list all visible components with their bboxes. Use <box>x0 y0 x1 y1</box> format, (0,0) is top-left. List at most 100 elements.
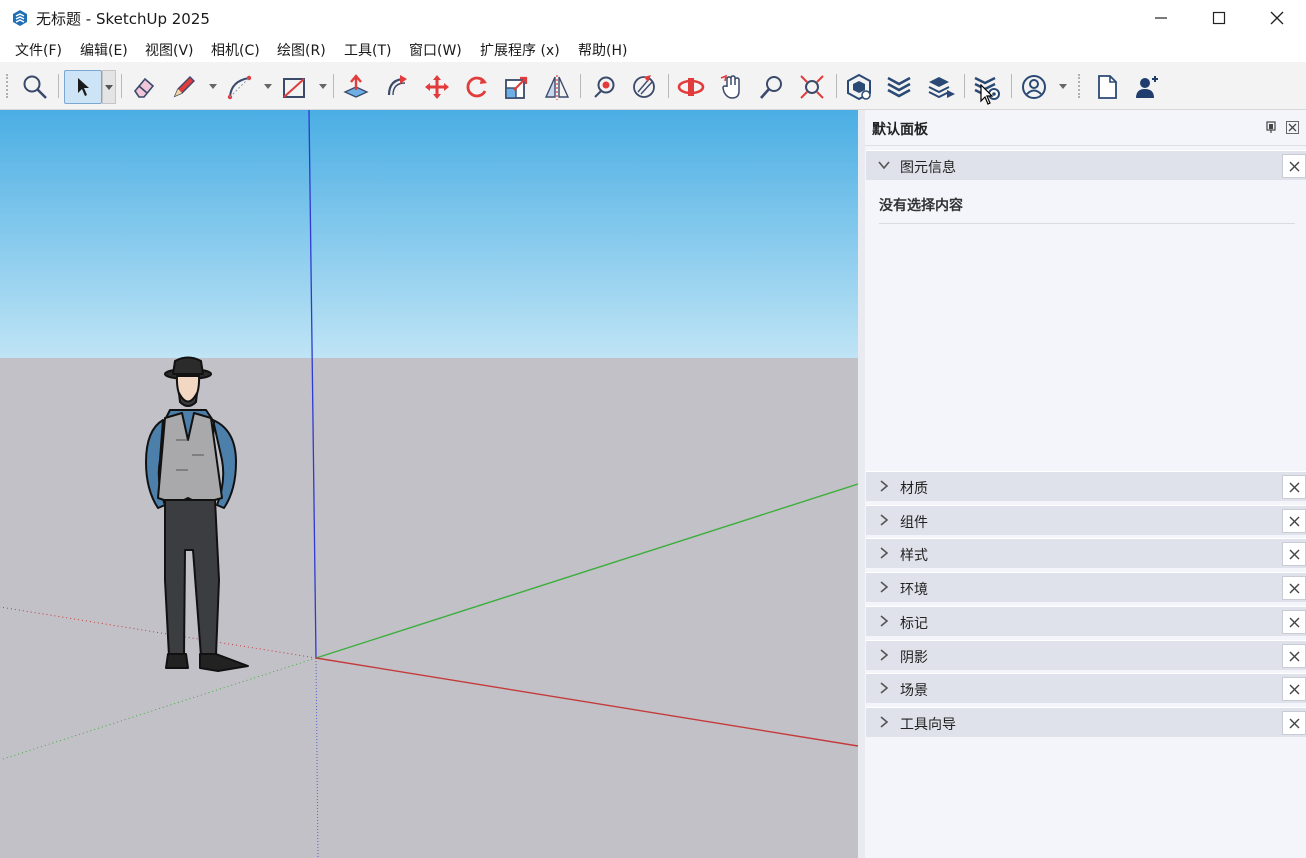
eraser-icon <box>134 77 155 98</box>
move-icon <box>425 75 449 99</box>
orbit-icon <box>677 78 705 96</box>
tray-header: 默认面板 <box>865 110 1306 146</box>
pan-icon <box>720 74 740 99</box>
zoom-extents-icon <box>800 75 824 99</box>
menu-tools[interactable]: 工具(T) <box>344 40 391 60</box>
panel-label: 材质 <box>900 481 928 497</box>
panel-materials[interactable]: 材质 <box>866 471 1306 501</box>
warehouse-tool-button[interactable] <box>842 70 876 104</box>
close-button[interactable] <box>1248 0 1306 36</box>
entity-info-body: 没有选择内容 <box>866 181 1306 471</box>
chevron-right-icon <box>880 581 889 593</box>
push-pull-tool-button[interactable] <box>339 70 373 104</box>
account-button[interactable] <box>1017 70 1051 104</box>
chevron-down-icon <box>878 161 890 170</box>
follow-me-tool-button[interactable] <box>380 70 414 104</box>
zoom-window-tool-button[interactable] <box>755 70 789 104</box>
main-toolbar <box>0 62 1306 198</box>
panel-close-button[interactable] <box>1282 154 1306 178</box>
paint-bucket-icon <box>594 76 615 98</box>
panel-close-button[interactable] <box>1282 576 1306 600</box>
tray-close-button[interactable] <box>1286 121 1299 134</box>
rectangle-icon <box>283 78 305 98</box>
panel-close-button[interactable] <box>1282 677 1306 701</box>
select-tool-button[interactable] <box>64 70 102 104</box>
panel-label: 环境 <box>900 582 928 598</box>
rectangle-tool-button[interactable] <box>277 70 311 104</box>
panel-environment[interactable]: 环境 <box>866 572 1306 602</box>
panel-instructor[interactable]: 工具向导 <box>866 707 1306 737</box>
move-tool-button[interactable] <box>420 70 454 104</box>
scale-tool-button[interactable] <box>500 70 534 104</box>
pan-tool-button[interactable] <box>715 70 749 104</box>
panel-components[interactable]: 组件 <box>866 505 1306 535</box>
panel-close-button[interactable] <box>1282 711 1306 735</box>
menu-extensions[interactable]: 扩展程序 (x) <box>480 40 560 60</box>
paint-bucket-tool-button[interactable] <box>587 70 621 104</box>
close-icon <box>1289 718 1299 728</box>
tray-title: 默认面板 <box>872 122 928 138</box>
zoom-icon <box>23 75 47 99</box>
chevron-right-icon <box>880 514 889 526</box>
toolbar-separator <box>1011 74 1012 98</box>
chevron-right-icon <box>880 547 889 559</box>
extension-warehouse-tool-button[interactable] <box>882 70 916 104</box>
add-user-icon <box>1136 76 1158 98</box>
arc-tool-button[interactable] <box>222 70 256 104</box>
panel-scenes[interactable]: 场景 <box>866 673 1306 703</box>
layout-icon <box>928 77 955 99</box>
minimize-icon <box>1155 17 1167 19</box>
minimize-button[interactable] <box>1132 0 1190 36</box>
sandbox-tool-button[interactable] <box>627 70 661 104</box>
rotate-icon <box>466 76 487 98</box>
zoom-extents-tool-button[interactable] <box>795 70 829 104</box>
account-dropdown[interactable] <box>1059 84 1067 89</box>
model-viewport[interactable] <box>0 110 858 858</box>
panel-close-button[interactable] <box>1282 644 1306 668</box>
panel-shadows[interactable]: 阴影 <box>866 640 1306 670</box>
menu-camera[interactable]: 相机(C) <box>211 40 260 60</box>
panel-entity-info[interactable]: 图元信息 <box>866 150 1306 180</box>
panel-close-button[interactable] <box>1282 475 1306 499</box>
menu-edit[interactable]: 编辑(E) <box>80 40 128 60</box>
toolbar-separator <box>333 74 334 98</box>
close-icon <box>1289 583 1299 593</box>
zoom-tool-button[interactable] <box>18 70 52 104</box>
panel-close-button[interactable] <box>1282 542 1306 566</box>
menu-file[interactable]: 文件(F) <box>15 40 62 60</box>
toolbar-grip[interactable] <box>6 74 8 98</box>
menu-help[interactable]: 帮助(H) <box>578 40 627 60</box>
mouse-cursor-icon <box>980 84 994 105</box>
arc-icon <box>227 75 252 100</box>
panel-label: 场景 <box>900 683 928 699</box>
new-document-button[interactable] <box>1090 70 1124 104</box>
arc-dropdown[interactable] <box>264 84 272 89</box>
rotate-tool-button[interactable] <box>460 70 494 104</box>
orbit-tool-button[interactable] <box>674 70 708 104</box>
toolbar-separator <box>836 74 837 98</box>
maximize-button[interactable] <box>1190 0 1248 36</box>
new-document-icon <box>1098 75 1117 99</box>
panel-styles[interactable]: 样式 <box>866 538 1306 568</box>
chevron-right-icon <box>880 615 889 627</box>
chevron-right-icon <box>880 682 889 694</box>
menu-window[interactable]: 窗口(W) <box>409 40 462 60</box>
menu-view[interactable]: 视图(V) <box>145 40 194 60</box>
panel-close-button[interactable] <box>1282 610 1306 634</box>
select-dropdown[interactable] <box>102 70 116 104</box>
rectangle-dropdown[interactable] <box>319 84 327 89</box>
panel-close-button[interactable] <box>1282 509 1306 533</box>
panel-tags[interactable]: 标记 <box>866 606 1306 636</box>
pin-icon[interactable] <box>1265 121 1277 133</box>
panel-label: 工具向导 <box>900 717 956 733</box>
eraser-tool-button[interactable] <box>127 70 161 104</box>
layout-tool-button[interactable] <box>924 70 958 104</box>
pencil-dropdown[interactable] <box>209 84 217 89</box>
pencil-tool-button[interactable] <box>167 70 201 104</box>
menu-draw[interactable]: 绘图(R) <box>277 40 326 60</box>
add-user-button[interactable] <box>1130 70 1164 104</box>
flip-tool-button[interactable] <box>540 70 574 104</box>
extension-warehouse-icon <box>887 76 911 98</box>
toolbar-separator <box>121 74 122 98</box>
toolbar-grip[interactable] <box>1078 74 1080 98</box>
